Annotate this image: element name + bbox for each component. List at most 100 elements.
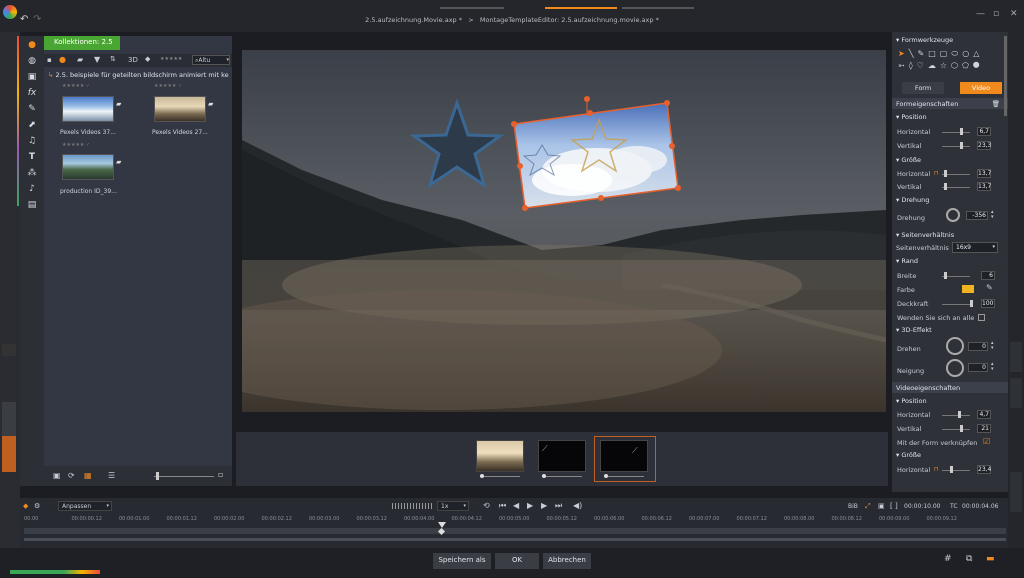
resize-handle[interactable] <box>587 110 593 116</box>
line-icon[interactable]: ╲ <box>909 49 918 58</box>
brush-icon[interactable]: ✎ <box>25 104 39 114</box>
heart-icon[interactable]: ♡ <box>917 61 928 70</box>
width-knob[interactable] <box>944 272 947 279</box>
position-section[interactable]: ▾ Position <box>892 111 1008 122</box>
shield-icon[interactable]: ◊ <box>909 61 917 70</box>
tilt-spinner-icon[interactable]: ▴ ▾ <box>991 362 994 372</box>
transition-icon[interactable]: ⬈ <box>25 120 39 130</box>
window-icon[interactable]: ⧉ <box>966 554 972 564</box>
expand-icon[interactable]: ▫ <box>218 470 223 479</box>
width-input[interactable]: 6 <box>981 271 995 280</box>
video-h-input[interactable]: 4,7 <box>977 410 991 419</box>
border-section[interactable]: ▾ Rand <box>892 255 1008 266</box>
pointer-icon[interactable]: ➤ <box>898 49 909 58</box>
globe-icon[interactable]: ◍ <box>25 56 39 66</box>
left-panel-item-active[interactable] <box>2 436 16 472</box>
media-icon[interactable]: ▣ <box>25 72 39 82</box>
sync-icon[interactable]: ⟳ <box>68 471 75 480</box>
sort-icon[interactable]: ⇅ <box>110 55 116 63</box>
apply-all-checkbox[interactable] <box>978 314 985 321</box>
video-preview[interactable] <box>242 50 886 412</box>
rotation-section[interactable]: ▾ Drehung <box>892 194 1008 205</box>
aspect-select[interactable]: 16x9 ▾ <box>952 242 998 253</box>
collection-icon[interactable]: ● <box>25 40 39 50</box>
list-view-icon[interactable]: ☰ <box>108 471 115 480</box>
effects-icon[interactable]: fx <box>25 88 39 98</box>
loop-icon[interactable]: ⟲ <box>483 501 490 510</box>
step-forward-icon[interactable]: ▶ <box>541 501 547 510</box>
video-v-input[interactable]: 21 <box>977 424 991 433</box>
minimize-icon[interactable]: — <box>976 9 985 19</box>
color-icon[interactable]: ▬ <box>986 554 995 564</box>
cancel-button[interactable]: Abbrechen <box>543 553 591 569</box>
circle-icon[interactable]: ○ <box>962 49 973 58</box>
sort-select[interactable]: ⌕Altu ▾ <box>192 55 230 65</box>
filter-icon[interactable]: ▼ <box>94 55 100 64</box>
pos-v-input[interactable]: 23,3 <box>977 141 991 150</box>
montage-icon[interactable]: ⁂ <box>25 168 39 178</box>
right-panel-item[interactable] <box>1010 378 1022 408</box>
tilt-input[interactable]: 0 <box>968 363 988 372</box>
pos-h-knob[interactable] <box>960 128 963 135</box>
triangle-icon[interactable]: △ <box>973 49 983 58</box>
media-thumb-clouds[interactable] <box>62 96 114 122</box>
aspect-section[interactable]: ▾ Seitenverhältnis <box>892 229 1008 240</box>
rotate-handle[interactable] <box>584 96 590 102</box>
go-end-icon[interactable]: ⏭ <box>555 501 562 511</box>
resize-handle[interactable] <box>669 143 675 149</box>
right-panel-item[interactable] <box>1010 472 1022 512</box>
rotate-dial[interactable] <box>946 337 964 355</box>
video-size-h-slider[interactable] <box>942 470 970 471</box>
ok-button[interactable]: OK <box>495 553 539 569</box>
timecode-start[interactable]: 00:00:10.00 <box>904 503 941 510</box>
layer-slider[interactable] <box>604 476 644 477</box>
layer-thumb-landscape[interactable] <box>476 440 524 472</box>
properties-scrollbar[interactable] <box>1004 36 1007 116</box>
media-thumb-river[interactable] <box>62 154 114 180</box>
size-h-knob[interactable] <box>944 170 947 177</box>
ellipse-icon[interactable]: ⬭ <box>951 49 962 58</box>
media-thumb-landscape[interactable] <box>154 96 206 122</box>
add-icon[interactable]: ▣ <box>53 471 61 480</box>
fit-select[interactable]: Anpassen ▾ <box>58 501 112 511</box>
pos-v-slider[interactable] <box>942 146 970 147</box>
rotation-dial[interactable] <box>946 208 960 222</box>
octagon-icon[interactable]: ⯃ <box>973 61 983 70</box>
video-h-knob[interactable] <box>958 411 961 418</box>
grid-view-icon[interactable]: ▦ <box>84 471 92 480</box>
speed-select[interactable]: 1x ▾ <box>437 501 469 511</box>
video-props-header[interactable]: Videoeigenschaften <box>892 382 1008 393</box>
size-h-input[interactable]: 13,7 <box>977 169 991 178</box>
pos-h-input[interactable]: 6,7 <box>977 127 991 136</box>
tilt-dial[interactable] <box>946 359 964 377</box>
rating-stars[interactable]: ★★★★★ ✓ <box>62 142 90 148</box>
resize-handle[interactable] <box>517 163 523 169</box>
video-size-h-input[interactable]: 23,4 <box>977 465 991 474</box>
rectangle-icon[interactable]: □ <box>928 49 940 58</box>
size-v-knob[interactable] <box>944 183 947 190</box>
layer-knob[interactable] <box>480 474 484 478</box>
view-3d-label[interactable]: 3D <box>128 56 138 64</box>
pos-v-knob[interactable] <box>960 142 963 149</box>
opacity-slider[interactable] <box>942 304 970 305</box>
music-icon[interactable]: ♫ <box>25 136 39 146</box>
eyedropper-icon[interactable]: ✎ <box>986 283 993 292</box>
check-icon[interactable]: ● <box>59 55 66 64</box>
rotation-input[interactable]: -356 <box>966 211 988 220</box>
tag-icon[interactable]: ◆ <box>145 55 150 63</box>
marker-icon[interactable]: ◆ <box>23 502 28 510</box>
timeline-scrollbar[interactable] <box>24 538 1006 541</box>
arrow-icon[interactable]: ➵ <box>898 61 909 70</box>
go-start-icon[interactable]: ⏮ <box>499 501 506 511</box>
home-icon[interactable]: ▪ <box>47 56 52 64</box>
video-position-section[interactable]: ▾ Position <box>892 395 1008 406</box>
shape-props-header[interactable]: Formeigenschaften 🗑 <box>892 98 1008 109</box>
tab-form[interactable]: Form <box>902 82 944 94</box>
right-panel-item[interactable] <box>1010 342 1022 372</box>
cloud-icon[interactable]: ☁ <box>928 61 940 70</box>
sound-icon[interactable]: ♪ <box>25 184 39 194</box>
layer-knob[interactable] <box>542 474 546 478</box>
save-as-button[interactable]: Speichern als <box>433 553 491 569</box>
effect3d-section[interactable]: ▾ 3D-Effekt <box>892 324 1008 335</box>
playhead[interactable] <box>438 522 446 528</box>
